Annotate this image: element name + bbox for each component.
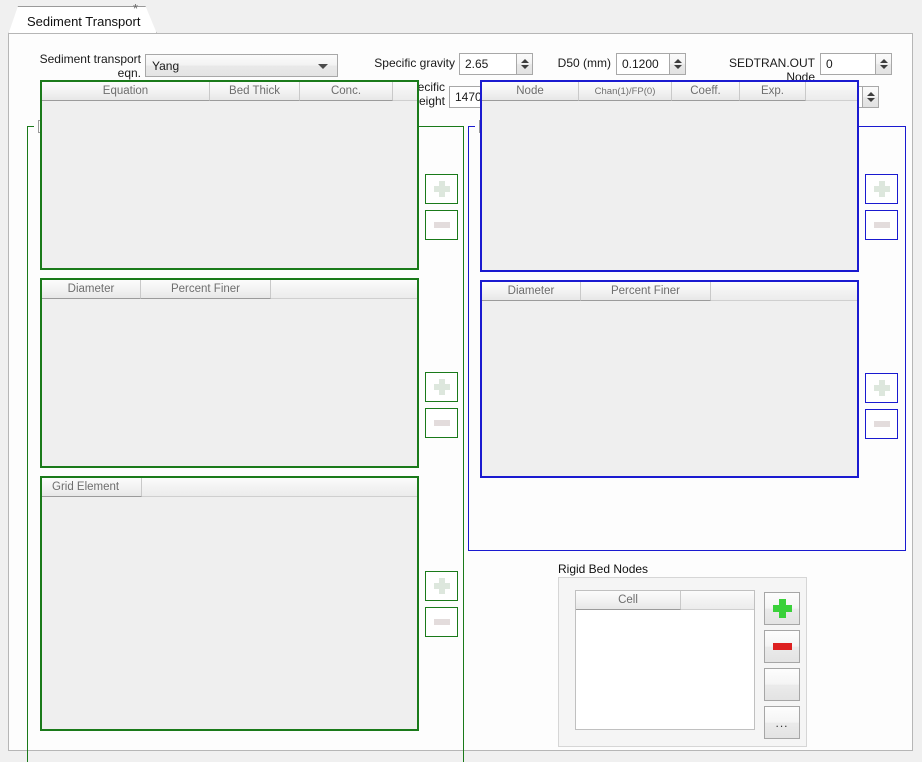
remove-grid-element-button[interactable]	[425, 607, 458, 637]
main-panel: Sediment transport eqn. Yang Global fine…	[8, 33, 913, 751]
column-header-filler	[393, 82, 417, 101]
supply-percent-finer-table[interactable]: Diameter Percent Finer	[480, 280, 859, 478]
add-rating-curve-button[interactable]	[865, 174, 898, 204]
minus-icon	[434, 420, 450, 426]
rating-curve-table-header: Node Chan(1)/FP(0) Coeff. Exp.	[482, 82, 857, 101]
d50-label: D50 (mm)	[539, 56, 611, 70]
sedtran-out-node-stepper[interactable]: 0	[820, 53, 892, 75]
spinner-up-icon[interactable]	[880, 59, 888, 63]
specific-gravity-spin-buttons[interactable]	[516, 53, 533, 75]
add-rigid-bed-node-button[interactable]	[764, 592, 800, 625]
sediment-transport-window: Sediment Transport * Sediment transport …	[0, 0, 922, 762]
minus-icon	[874, 421, 890, 427]
percent-finer-table-header: Diameter Percent Finer	[42, 280, 417, 299]
rigid-bed-nodes-table[interactable]: Cell	[575, 590, 755, 730]
size-fraction-table[interactable]: Equation Bed Thick Conc.	[40, 80, 419, 270]
supply-percent-finer-table-header: Diameter Percent Finer	[482, 282, 857, 301]
remove-supply-percent-finer-button[interactable]	[865, 409, 898, 439]
grid-element-table-header: Grid Element	[42, 478, 417, 497]
minus-icon	[773, 643, 792, 650]
column-header-diameter[interactable]: Diameter	[482, 282, 581, 301]
remove-percent-finer-button[interactable]	[425, 408, 458, 438]
specific-gravity-input[interactable]: 2.65	[459, 53, 516, 75]
size-fraction-table-header: Equation Bed Thick Conc.	[42, 82, 417, 101]
column-header-filler	[806, 82, 857, 101]
tab-strip: Sediment Transport *	[0, 0, 922, 34]
sediment-transport-eqn-label: Sediment transport eqn.	[31, 52, 141, 80]
remove-size-fraction-button[interactable]	[425, 210, 458, 240]
ellipsis-icon: ...	[775, 720, 788, 726]
rigid-bed-nodes-table-header: Cell	[576, 591, 754, 610]
blank-button[interactable]	[764, 668, 800, 701]
spinner-down-icon[interactable]	[674, 65, 682, 69]
chevron-down-icon	[318, 64, 328, 69]
spinner-down-icon[interactable]	[521, 65, 529, 69]
minus-icon	[434, 222, 450, 228]
plus-icon	[434, 578, 450, 594]
sediment-transport-eqn-value: Yang	[152, 59, 179, 73]
d50-stepper[interactable]: 0.1200	[616, 53, 686, 75]
column-header-percent-finer[interactable]: Percent Finer	[581, 282, 711, 301]
column-header-node[interactable]: Node	[482, 82, 579, 101]
minus-icon	[434, 619, 450, 625]
column-header-diameter[interactable]: Diameter	[42, 280, 141, 299]
rigid-bed-nodes-title: Rigid Bed Nodes	[558, 562, 648, 576]
rigid-bed-nodes-panel: Cell ...	[558, 577, 807, 747]
max-scour-depth-spin-buttons[interactable]	[862, 86, 879, 108]
column-header-filler	[142, 478, 417, 497]
more-options-button[interactable]: ...	[764, 706, 800, 739]
sedtran-out-node-spin-buttons[interactable]	[875, 53, 892, 75]
specific-gravity-stepper[interactable]: 2.65	[459, 53, 533, 75]
add-grid-element-button[interactable]	[425, 571, 458, 601]
spinner-up-icon[interactable]	[521, 59, 529, 63]
rating-curve-table[interactable]: Node Chan(1)/FP(0) Coeff. Exp.	[480, 80, 859, 272]
add-percent-finer-button[interactable]	[425, 372, 458, 402]
plus-icon	[874, 181, 890, 197]
remove-rigid-bed-node-button[interactable]	[764, 630, 800, 663]
d50-spin-buttons[interactable]	[669, 53, 686, 75]
column-header-filler	[711, 282, 857, 301]
plus-icon	[434, 379, 450, 395]
column-header-filler	[681, 591, 754, 610]
spinner-up-icon[interactable]	[674, 59, 682, 63]
tab-label: Sediment Transport	[27, 14, 140, 29]
plus-icon	[434, 181, 450, 197]
column-header-bed-thick[interactable]: Bed Thick	[210, 82, 300, 101]
column-header-exp[interactable]: Exp.	[740, 82, 806, 101]
grid-element-table[interactable]: Grid Element	[40, 476, 419, 731]
column-header-filler	[271, 280, 417, 299]
plus-icon	[874, 380, 890, 396]
add-supply-percent-finer-button[interactable]	[865, 373, 898, 403]
percent-finer-table[interactable]: Diameter Percent Finer	[40, 278, 419, 468]
spinner-up-icon[interactable]	[867, 92, 875, 96]
column-header-conc[interactable]: Conc.	[300, 82, 393, 101]
remove-rating-curve-button[interactable]	[865, 210, 898, 240]
sediment-transport-eqn-select[interactable]: Yang	[145, 54, 338, 77]
d50-input[interactable]: 0.1200	[616, 53, 669, 75]
column-header-cell[interactable]: Cell	[576, 591, 681, 610]
spinner-down-icon[interactable]	[880, 65, 888, 69]
column-header-percent-finer[interactable]: Percent Finer	[141, 280, 271, 299]
specific-gravity-label: Specific gravity	[367, 56, 455, 70]
column-header-grid-element[interactable]: Grid Element	[42, 478, 142, 497]
tab-modified-marker: *	[133, 2, 138, 15]
column-header-coeff[interactable]: Coeff.	[672, 82, 740, 101]
sedtran-out-node-input[interactable]: 0	[820, 53, 875, 75]
column-header-equation[interactable]: Equation	[42, 82, 210, 101]
column-header-chan-fp[interactable]: Chan(1)/FP(0)	[579, 82, 672, 101]
plus-icon	[773, 599, 792, 618]
spinner-down-icon[interactable]	[867, 98, 875, 102]
minus-icon	[874, 222, 890, 228]
add-size-fraction-button[interactable]	[425, 174, 458, 204]
